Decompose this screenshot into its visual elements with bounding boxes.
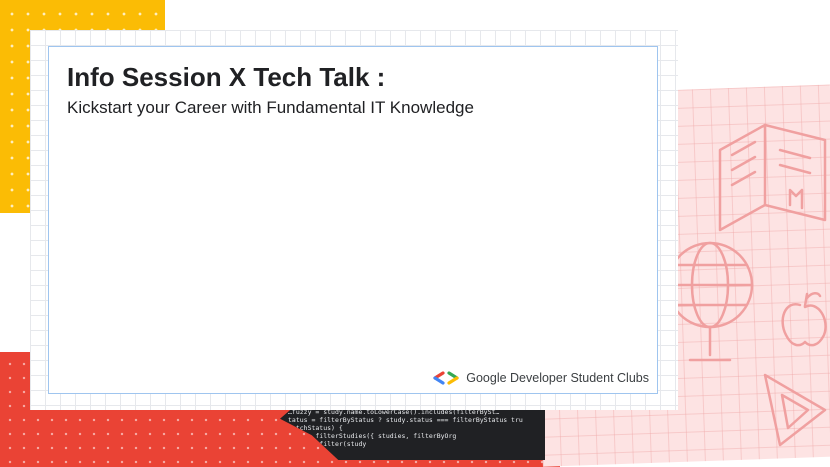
set-square-icon bbox=[763, 373, 827, 447]
slide-subtitle: Kickstart your Career with Fundamental I… bbox=[67, 98, 474, 117]
doodle-illustrations bbox=[666, 123, 827, 447]
slide-content-frame: Info Session X Tech Talk : Kickstart you… bbox=[48, 46, 658, 394]
code-line: natchStatus) { bbox=[288, 424, 343, 432]
book-icon bbox=[718, 123, 827, 232]
code-line: studies.filter(study bbox=[288, 440, 367, 448]
globe-icon bbox=[666, 241, 754, 362]
code-line: tatus = filterByStatus ? study.status ==… bbox=[288, 416, 523, 424]
code-line: :ction filterStudies({ studies, filterBy… bbox=[288, 432, 457, 440]
apple-icon bbox=[781, 292, 827, 347]
slide-title: Info Session X Tech Talk : bbox=[67, 62, 386, 92]
brand-name: Google Developer Student Clubs bbox=[466, 371, 649, 385]
gdsc-brand: Google Developer Student Clubs bbox=[432, 371, 649, 385]
gdsc-brackets-icon bbox=[433, 371, 459, 385]
